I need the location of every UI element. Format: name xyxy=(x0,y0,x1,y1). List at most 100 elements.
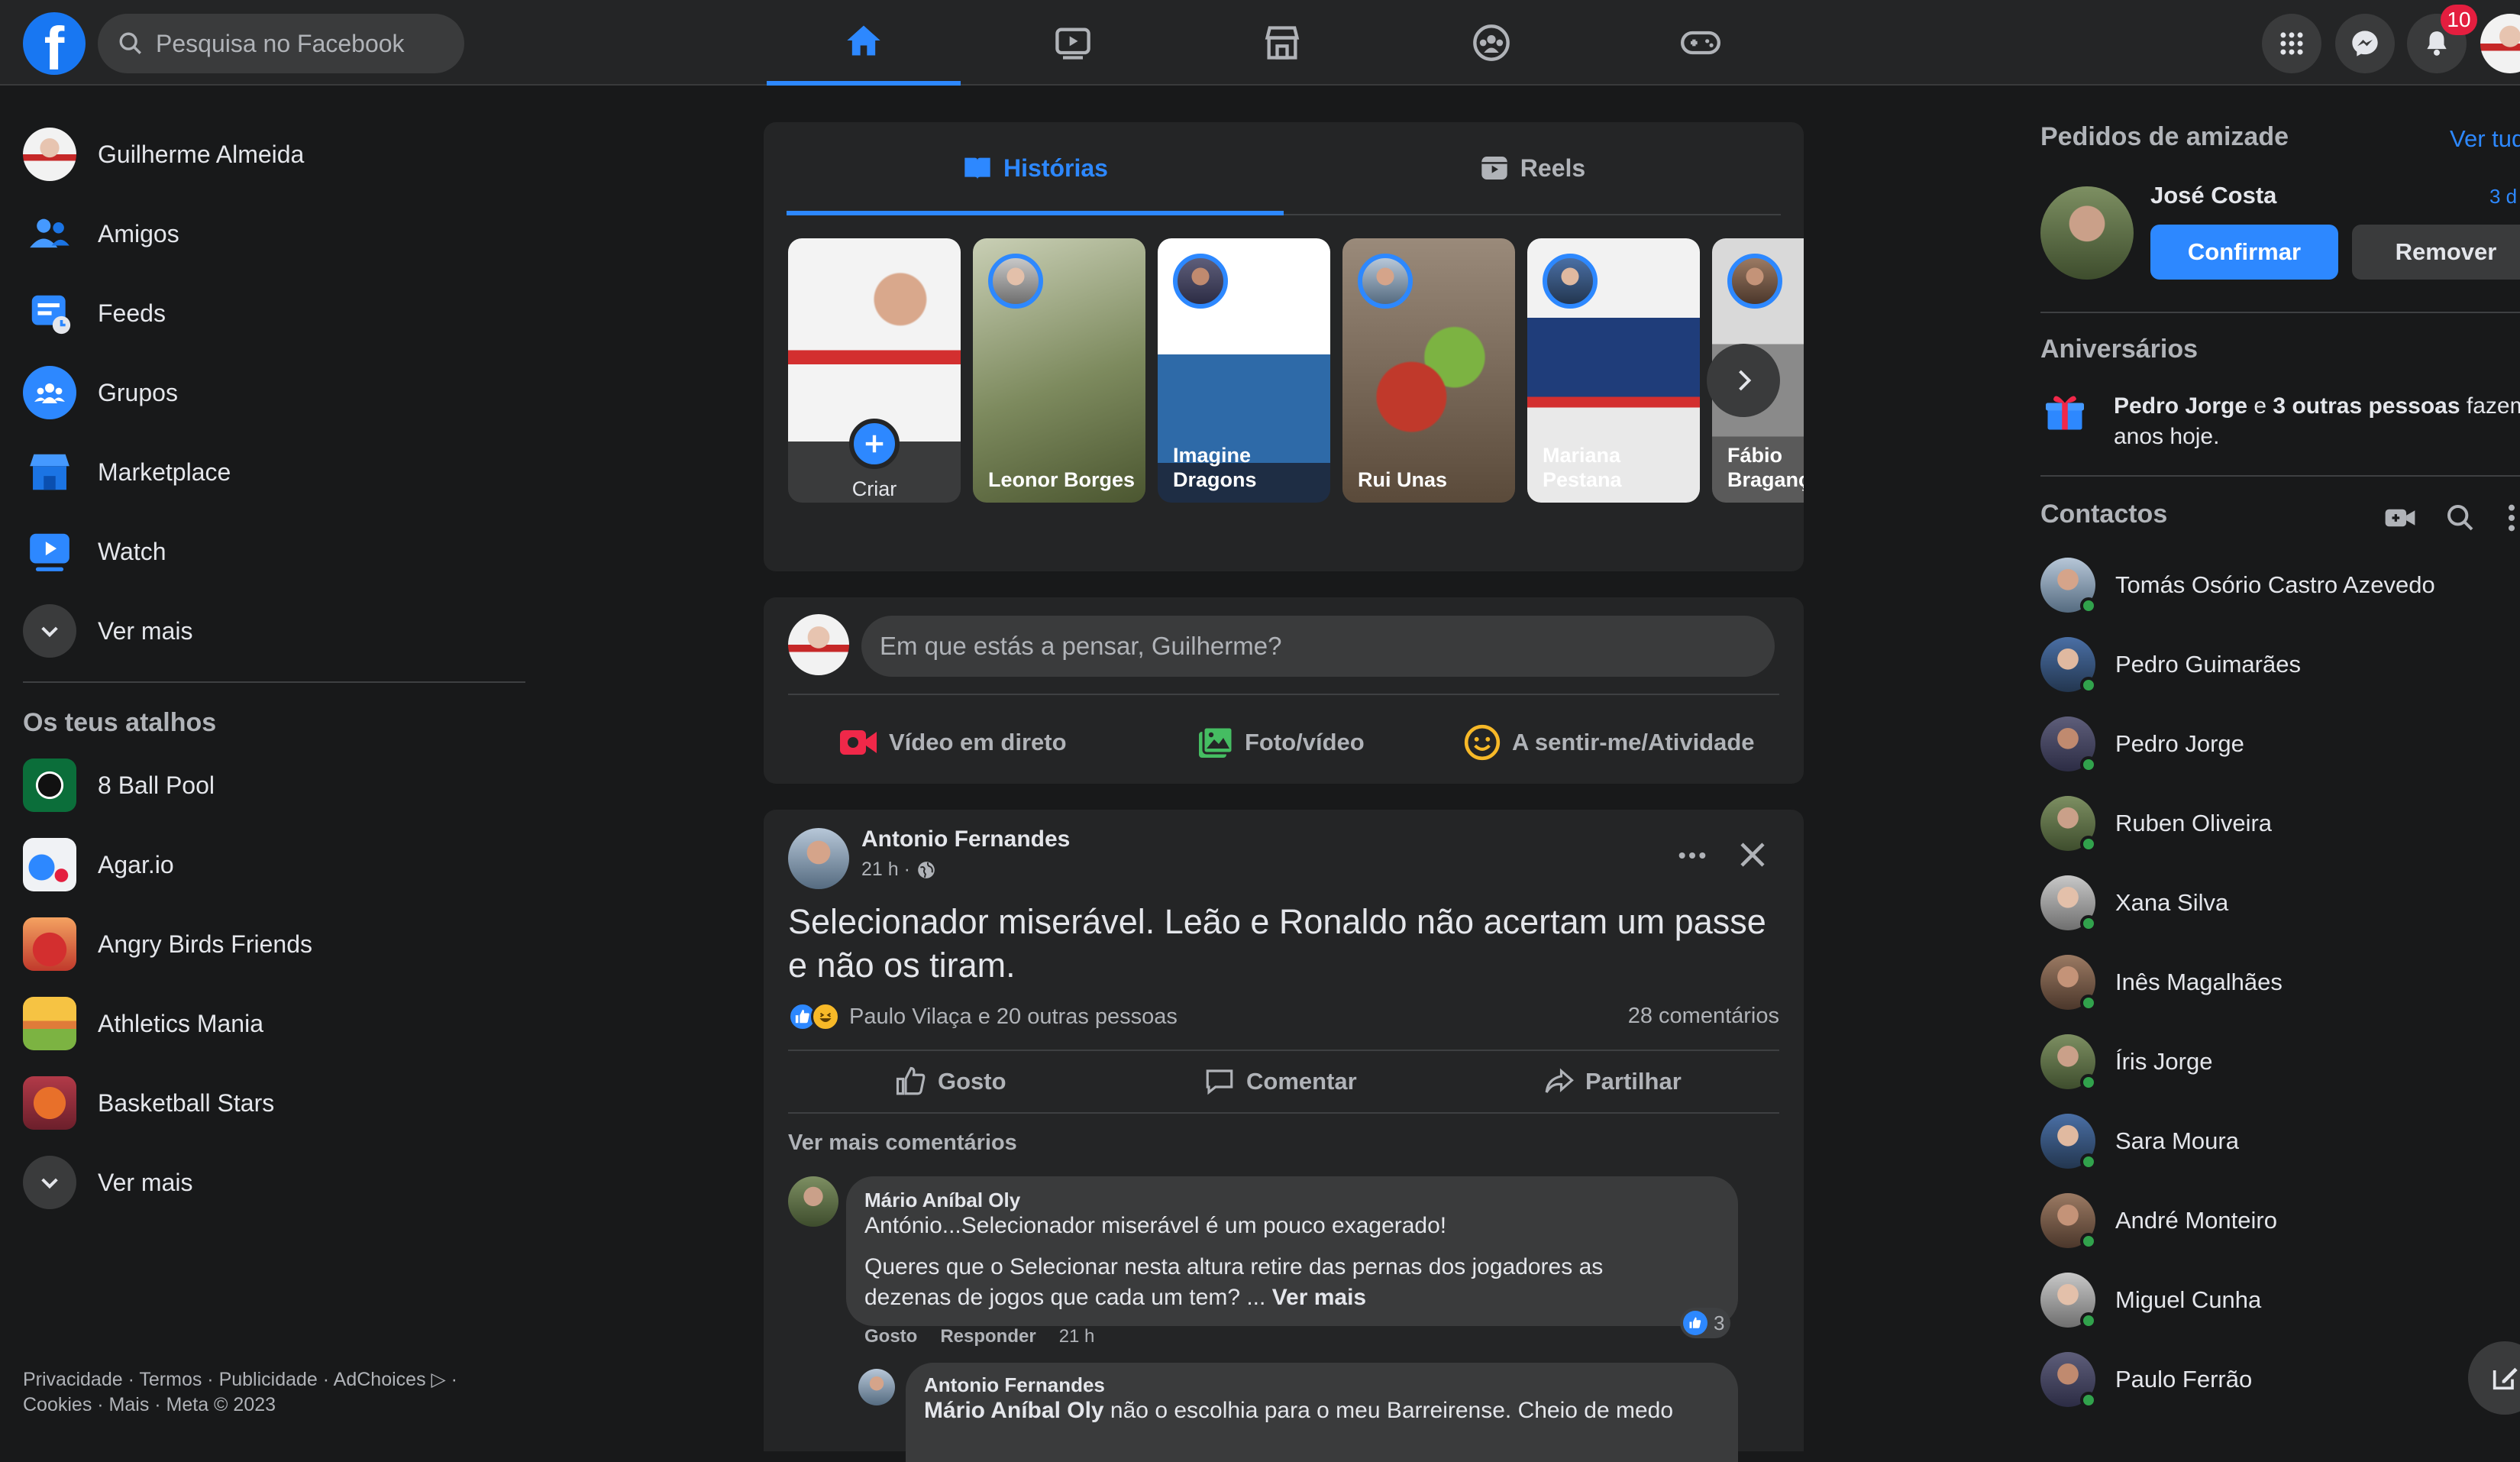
story-card[interactable]: Leonor Borges xyxy=(973,238,1145,503)
reels-icon xyxy=(1481,157,1507,180)
sidebar-see-more[interactable]: Ver mais xyxy=(23,591,527,671)
more-options-icon[interactable] xyxy=(2503,503,2520,533)
groups-icon xyxy=(1473,24,1510,61)
tab-gaming[interactable] xyxy=(1604,0,1798,86)
story-card[interactable]: Mariana Pestana xyxy=(1527,238,1700,503)
share-label: Partilhar xyxy=(1585,1068,1682,1095)
search-icon[interactable] xyxy=(2445,503,2476,533)
feeling-activity-button[interactable]: A sentir-me/Atividade xyxy=(1463,712,1755,773)
facebook-logo[interactable]: f xyxy=(23,12,86,75)
story-card[interactable]: Imagine Dragons xyxy=(1158,238,1330,503)
contact-name: Íris Jorge xyxy=(2115,1048,2213,1075)
comment-like-link[interactable]: Gosto xyxy=(864,1326,917,1347)
comment-reply-link[interactable]: Responder xyxy=(940,1326,1035,1347)
gift-icon xyxy=(2046,396,2084,430)
sidebar-item-groups[interactable]: Grupos xyxy=(23,353,527,432)
request-name[interactable]: José Costa xyxy=(2150,182,2276,209)
new-message-button[interactable] xyxy=(2468,1341,2520,1415)
tab-home[interactable] xyxy=(767,0,961,86)
notifications-button[interactable]: 10 xyxy=(2407,5,2477,73)
tab-reels[interactable]: Reels xyxy=(1284,122,1781,214)
sidebar-item-watch[interactable]: Watch xyxy=(23,512,527,591)
shortcut-label: Athletics Mania xyxy=(98,1009,263,1037)
contact-item[interactable]: Miguel Cunha xyxy=(2040,1260,2261,1340)
contact-item[interactable]: Tomás Osório Castro Azevedo xyxy=(2040,545,2435,625)
comment-button[interactable]: Comentar xyxy=(1203,1051,1357,1112)
like-button[interactable]: Gosto xyxy=(895,1051,1006,1112)
search-bar[interactable]: Pesquisa no Facebook xyxy=(98,14,464,73)
contact-item[interactable]: Pedro Jorge xyxy=(2040,704,2244,784)
contact-item[interactable]: Íris Jorge xyxy=(2040,1022,2212,1101)
request-avatar[interactable] xyxy=(2040,186,2134,280)
see-more-link[interactable]: Ver mais xyxy=(1272,1285,1366,1310)
tab-watch[interactable] xyxy=(976,0,1170,86)
comment-reactions[interactable]: 3 xyxy=(1680,1308,1731,1338)
comments-count[interactable]: 28 comentários xyxy=(1628,1004,1779,1029)
mention-link[interactable]: Mário Aníbal Oly xyxy=(924,1398,1104,1423)
live-video-button[interactable]: Vídeo em direto xyxy=(838,712,1067,773)
sidebar-item-label: Ver mais xyxy=(98,616,193,645)
sidebar-item-profile[interactable]: Guilherme Almeida xyxy=(23,115,527,194)
haha-reaction-icon xyxy=(811,1002,840,1031)
comment-author[interactable]: Mário Aníbal Oly xyxy=(864,1189,1020,1212)
account-avatar[interactable] xyxy=(2480,14,2520,73)
photo-video-button[interactable]: Foto/vídeo xyxy=(1197,712,1365,773)
confirm-button[interactable]: Confirmar xyxy=(2150,225,2338,280)
remove-button[interactable]: Remover xyxy=(2352,225,2520,280)
shortcut-agar-io[interactable]: Agar.io xyxy=(23,825,527,904)
post-meta: 21 h · xyxy=(861,859,936,881)
reply-bubble: Antonio Fernandes Mário Aníbal Oly não o… xyxy=(906,1363,1738,1462)
share-button[interactable]: Partilhar xyxy=(1543,1051,1682,1112)
birthday-name[interactable]: Pedro Jorge xyxy=(2114,393,2247,419)
search-input[interactable]: Pesquisa no Facebook xyxy=(156,30,405,58)
tab-groups[interactable] xyxy=(1394,0,1588,86)
see-all-link[interactable]: Ver tudo xyxy=(2450,125,2520,153)
comment-avatar[interactable] xyxy=(788,1176,838,1227)
story-avatar xyxy=(1358,254,1413,309)
footer-links[interactable]: Privacidade · Termos · Publicidade · AdC… xyxy=(23,1367,512,1418)
composer-input[interactable]: Em que estás a pensar, Guilherme? xyxy=(861,616,1775,677)
shortcut-8-ball-pool[interactable]: 8 Ball Pool xyxy=(23,746,527,825)
contact-item[interactable]: Inês Magalhães xyxy=(2040,943,2283,1022)
more-options-icon[interactable] xyxy=(1677,840,1707,871)
divider xyxy=(23,681,525,683)
tab-marketplace[interactable] xyxy=(1185,0,1379,86)
post-author[interactable]: Antonio Fernandes xyxy=(861,826,1070,852)
post-reactions[interactable]: Paulo Vilaça e 20 outras pessoas xyxy=(788,1002,1178,1031)
stories-next-button[interactable] xyxy=(1707,344,1780,417)
contact-item[interactable]: Paulo Ferrão xyxy=(2040,1340,2252,1419)
post-author-avatar[interactable] xyxy=(788,828,849,889)
reply-avatar[interactable] xyxy=(858,1369,895,1405)
tab-stories[interactable]: Histórias xyxy=(787,122,1284,215)
smiley-icon xyxy=(1464,724,1501,761)
birthday-text: Pedro Jorge e 3 outras pessoas fazem ano… xyxy=(2114,391,2520,452)
close-icon[interactable] xyxy=(1737,839,1769,871)
shortcut-angry-birds[interactable]: Angry Birds Friends xyxy=(23,904,527,984)
shortcut-basketball-stars[interactable]: Basketball Stars xyxy=(23,1063,527,1143)
menu-button[interactable] xyxy=(2262,14,2321,73)
sidebar-item-friends[interactable]: Amigos xyxy=(23,194,527,273)
create-story-card[interactable]: Criar história xyxy=(788,238,961,503)
contact-item[interactable]: Sara Moura xyxy=(2040,1101,2239,1181)
contact-item[interactable]: Xana Silva xyxy=(2040,863,2228,943)
comment-time[interactable]: 21 h xyxy=(1059,1326,1095,1347)
messenger-button[interactable] xyxy=(2335,14,2395,73)
comment-text: António...Selecionador miserável é um po… xyxy=(864,1213,1447,1238)
shortcuts-see-more[interactable]: Ver mais xyxy=(23,1143,527,1222)
contact-name: Pedro Guimarães xyxy=(2115,651,2301,678)
shortcut-athletics-mania[interactable]: Athletics Mania xyxy=(23,984,527,1063)
sidebar-item-feeds[interactable]: Feeds xyxy=(23,273,527,353)
contact-item[interactable]: Ruben Oliveira xyxy=(2040,784,2272,863)
comment-bubble: Mário Aníbal Oly António...Selecionador … xyxy=(846,1176,1738,1326)
sidebar-item-label: Amigos xyxy=(98,219,179,247)
contact-item[interactable]: Pedro Guimarães xyxy=(2040,625,2301,704)
story-avatar xyxy=(1543,254,1598,309)
reply-author[interactable]: Antonio Fernandes xyxy=(924,1373,1105,1397)
view-more-comments[interactable]: Ver mais comentários xyxy=(788,1130,1017,1156)
story-card[interactable]: Rui Unas xyxy=(1342,238,1515,503)
video-call-icon[interactable] xyxy=(2384,504,2416,532)
sidebar-item-marketplace[interactable]: Marketplace xyxy=(23,432,527,512)
post-time[interactable]: 21 h · xyxy=(861,859,910,881)
birthday-others[interactable]: 3 outras pessoas xyxy=(2273,393,2460,419)
contact-item[interactable]: André Monteiro xyxy=(2040,1181,2277,1260)
